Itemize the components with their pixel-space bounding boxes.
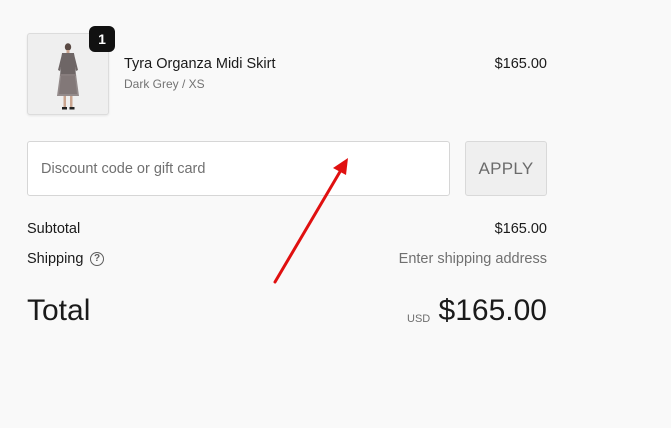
shipping-label: Shipping: [27, 251, 84, 267]
quantity-badge: 1: [89, 26, 115, 52]
subtotal-label: Subtotal: [27, 221, 81, 237]
product-name: Tyra Organza Midi Skirt: [124, 56, 276, 72]
total-amount: $165.00: [438, 294, 547, 327]
shipping-row: Shipping ? Enter shipping address: [27, 251, 547, 273]
shipping-value: Enter shipping address: [398, 251, 547, 267]
product-price: $165.00: [494, 56, 547, 72]
total-currency: USD: [407, 313, 431, 325]
discount-code-input[interactable]: [27, 141, 450, 196]
question-circle-icon[interactable]: ?: [90, 252, 104, 266]
cart-line-item: 1 Tyra Organza Midi Skirt Dark Grey / XS…: [27, 26, 547, 115]
subtotal-row: Subtotal $165.00: [27, 221, 547, 243]
total-label: Total: [27, 294, 91, 327]
apply-button[interactable]: APPLY: [465, 141, 547, 196]
product-variant: Dark Grey / XS: [124, 77, 205, 91]
subtotal-value: $165.00: [494, 221, 547, 237]
